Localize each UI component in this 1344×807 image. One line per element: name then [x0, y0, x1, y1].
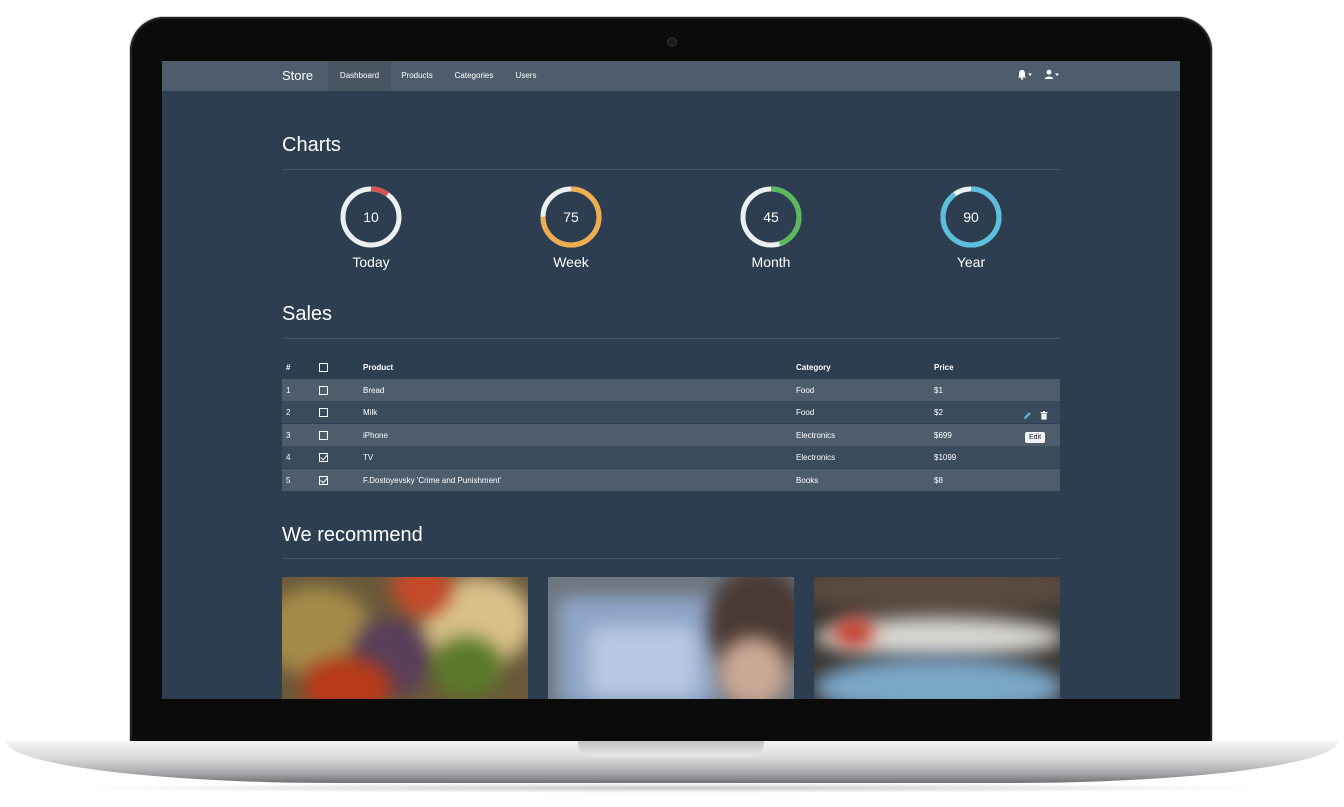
- table-row[interactable]: 1 Bread Food $1: [282, 379, 1060, 401]
- recommend-divider: [282, 558, 1060, 559]
- pencil-icon: [1023, 412, 1031, 420]
- image-blob: [588, 627, 698, 697]
- brand-link[interactable]: Store: [282, 68, 313, 83]
- camera: [668, 38, 676, 46]
- nav-categories[interactable]: Categories: [447, 61, 501, 91]
- image-blob: [718, 637, 788, 699]
- laptop-shadow: [60, 783, 1284, 793]
- row-price: $1: [934, 386, 943, 395]
- row-num: 1: [286, 386, 291, 395]
- row-checkbox[interactable]: [319, 453, 328, 462]
- charts-divider: [282, 169, 1060, 170]
- image-blob: [834, 617, 874, 647]
- app-screen: Store Dashboard Products Categories User…: [162, 61, 1180, 699]
- gauge-week: 75: [539, 185, 603, 249]
- user-icon: [1044, 69, 1059, 79]
- sales-heading: Sales: [282, 303, 333, 325]
- gauge-label-week: Week: [553, 254, 589, 270]
- gauge-today: 10: [339, 185, 403, 249]
- select-all-checkbox[interactable]: [319, 363, 328, 372]
- row-category: Electronics: [796, 431, 836, 440]
- gauge-label-year: Year: [956, 254, 986, 270]
- row-product: TV: [363, 453, 374, 462]
- gauge-ring: 75: [540, 186, 602, 248]
- row-price: $2: [934, 408, 943, 417]
- charts-heading: Charts: [282, 134, 341, 156]
- header-price: Price: [934, 363, 954, 372]
- nav-dashboard[interactable]: Dashboard: [328, 61, 391, 91]
- user-dropdown[interactable]: [1044, 69, 1060, 82]
- table-row[interactable]: 5 F.Dostoyevsky 'Crime and Punishment' B…: [282, 469, 1060, 491]
- row-product: Milk: [363, 408, 378, 417]
- nav-users[interactable]: Users: [509, 61, 543, 91]
- nav-products[interactable]: Products: [393, 61, 441, 91]
- table-row[interactable]: 4 TV Electronics $1099: [282, 446, 1060, 468]
- row-category: Electronics: [796, 453, 836, 462]
- gauge-ring: 90: [940, 186, 1002, 248]
- image-blob: [814, 657, 1060, 699]
- image-blob: [432, 637, 502, 697]
- trash-icon: [1040, 411, 1048, 420]
- navbar: Store Dashboard Products Categories User…: [162, 61, 1180, 91]
- row-category: Food: [796, 408, 815, 417]
- row-num: 5: [286, 476, 291, 485]
- row-price: $8: [934, 476, 943, 485]
- laptop-notch: [578, 741, 764, 757]
- row-price: $699: [934, 431, 952, 440]
- header-num: #: [286, 363, 291, 372]
- row-category: Books: [796, 476, 819, 485]
- edit-tooltip: Edit: [1025, 432, 1046, 443]
- row-num: 2: [286, 408, 291, 417]
- row-product: F.Dostoyevsky 'Crime and Punishment': [363, 476, 502, 485]
- row-num: 3: [286, 431, 291, 440]
- image-blob: [814, 577, 1060, 617]
- gauge-value: 90: [963, 209, 979, 225]
- bell-icon: [1018, 70, 1032, 80]
- delete-button[interactable]: [1040, 407, 1048, 425]
- gauge-year: 90: [939, 185, 1003, 249]
- row-category: Food: [796, 386, 815, 395]
- row-checkbox[interactable]: [319, 431, 328, 440]
- gauge-ring: 10: [340, 186, 402, 248]
- row-product: iPhone: [363, 431, 388, 440]
- row-num: 4: [286, 453, 291, 462]
- gauge-label-month: Month: [751, 254, 791, 270]
- table-row[interactable]: 3 iPhone Electronics $699 Edit: [282, 424, 1060, 446]
- gauge-value: 75: [563, 209, 579, 225]
- gauge-value: 45: [763, 209, 779, 225]
- gauge-ring: 45: [740, 186, 802, 248]
- table-row[interactable]: 2 Milk Food $2: [282, 401, 1060, 423]
- row-checkbox[interactable]: [319, 476, 328, 485]
- recommend-card-tablet[interactable]: [548, 577, 794, 699]
- notifications-dropdown[interactable]: [1017, 69, 1033, 82]
- row-checkbox[interactable]: [319, 386, 328, 395]
- gauge-value: 10: [363, 209, 379, 225]
- recommend-card-food[interactable]: [282, 577, 528, 699]
- recommend-heading: We recommend: [282, 524, 423, 546]
- header-category: Category: [796, 363, 831, 372]
- sales-divider: [282, 338, 1060, 339]
- edit-button[interactable]: [1023, 407, 1032, 425]
- row-price: $1099: [934, 453, 957, 462]
- recommend-card-car[interactable]: [814, 577, 1060, 699]
- row-checkbox[interactable]: [319, 408, 328, 417]
- gauge-label-today: Today: [352, 254, 390, 270]
- row-product: Bread: [363, 386, 385, 395]
- gauge-month: 45: [739, 185, 803, 249]
- header-product: Product: [363, 363, 394, 372]
